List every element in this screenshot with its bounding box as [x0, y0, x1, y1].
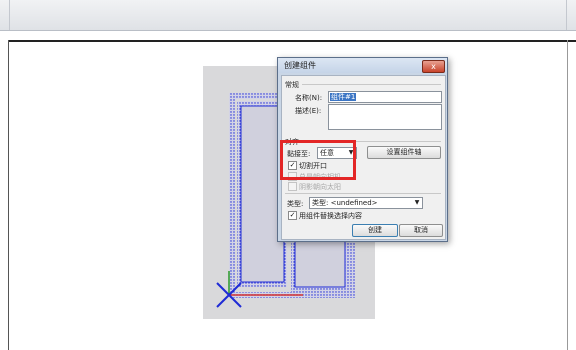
- name-field[interactable]: 组件#1: [328, 91, 442, 103]
- dialog-title: 创建组件: [284, 61, 316, 70]
- name-label: 名称(N):: [295, 94, 323, 102]
- group-divider: [302, 84, 441, 85]
- shadows-face-sun-checkbox[interactable]: [288, 182, 297, 191]
- close-icon: x: [431, 62, 436, 71]
- dialog-titlebar[interactable]: 创建组件 x: [278, 58, 447, 73]
- general-group-label: 常规: [285, 81, 299, 89]
- description-field[interactable]: [328, 104, 442, 130]
- group-divider: [285, 193, 441, 194]
- type-label: 类型:: [287, 200, 304, 208]
- viewport-frame-left: [8, 40, 9, 350]
- type-select[interactable]: 类型: <undefined> ▼: [309, 197, 423, 209]
- annotation-highlight-box: [280, 140, 356, 180]
- type-value: 类型: <undefined>: [312, 199, 378, 207]
- viewport-frame-right: [567, 40, 568, 350]
- create-button[interactable]: 创建: [352, 224, 398, 237]
- toolbar: [0, 0, 576, 31]
- description-label: 描述(E):: [295, 107, 322, 115]
- chevron-down-icon: ▼: [414, 199, 420, 206]
- cancel-button[interactable]: 取消: [399, 224, 443, 237]
- toolbar-divider: [566, 0, 567, 30]
- set-component-axes-button[interactable]: 设置组件轴: [367, 146, 441, 159]
- check-icon: ✓: [289, 211, 296, 219]
- toolbar-divider: [9, 0, 10, 30]
- name-field-value: 组件#1: [330, 93, 357, 101]
- replace-selection-checkbox[interactable]: ✓: [288, 211, 297, 220]
- replace-selection-label: 用组件替换选择内容: [299, 212, 362, 220]
- viewport-frame-top: [8, 40, 576, 42]
- shadows-face-sun-label: 阴影朝向太阳: [299, 183, 341, 191]
- close-button[interactable]: x: [422, 60, 445, 73]
